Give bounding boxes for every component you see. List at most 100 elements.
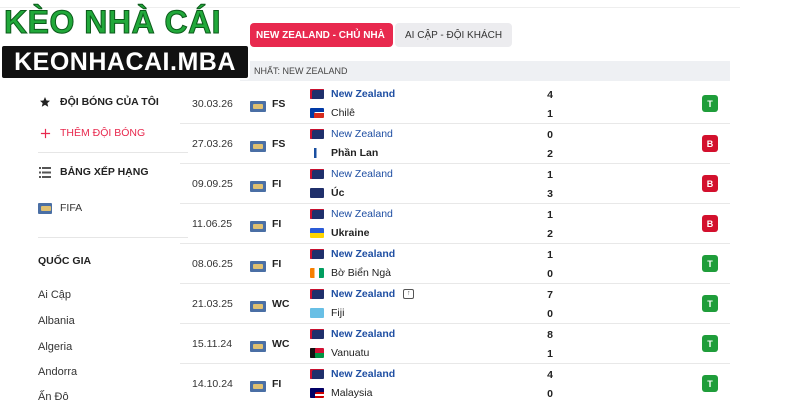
competition-flag-icon — [250, 179, 266, 197]
sidebar-item-my-teams[interactable]: ĐỘI BÓNG CỦA TÔI — [38, 96, 159, 108]
away-score: 2 — [547, 148, 553, 160]
country-link[interactable]: Albania — [38, 315, 75, 327]
team-name: Malaysia — [331, 387, 373, 399]
country-link[interactable]: Andorra — [38, 366, 77, 378]
team-name: Bờ Biển Ngà — [331, 267, 392, 279]
logo-top-text: KÈO NHÀ CÁI — [3, 4, 222, 41]
match-row[interactable]: 14.10.24 FI New Zealand Malaysia 4 0 T — [180, 364, 730, 400]
match-row[interactable]: 27.03.26 FS New Zealand Phần Lan 0 2 B — [180, 124, 730, 164]
home-score: 7 — [547, 289, 553, 301]
country-link[interactable]: Ấn Độ — [38, 391, 69, 400]
home-team: New Zealand — [310, 248, 395, 260]
team-name: New Zealand — [331, 328, 396, 340]
result-badge: T — [702, 375, 718, 392]
match-date: 08.06.25 — [192, 258, 233, 270]
home-score: 0 — [547, 129, 553, 141]
fiji-flag-icon — [310, 308, 324, 318]
tv-icon[interactable]: ↑ — [403, 289, 415, 299]
match-date: 15.11.24 — [192, 338, 233, 350]
competition-code: FS — [272, 98, 286, 110]
team-name: New Zealand — [331, 88, 396, 100]
team-name: New Zealand — [331, 208, 393, 220]
chile-flag-icon — [310, 108, 324, 118]
home-score: 4 — [547, 369, 553, 381]
sidebar-divider — [38, 237, 188, 238]
countries-heading: QUỐC GIA — [38, 255, 92, 267]
home-team: New Zealand — [310, 208, 393, 220]
away-team: Bờ Biển Ngà — [310, 267, 391, 279]
sidebar-item-label: THÊM ĐỘI BÓNG — [60, 127, 146, 139]
result-badge: T — [702, 295, 718, 312]
finland-flag-icon — [310, 148, 324, 158]
result-badge: B — [702, 215, 718, 232]
match-row[interactable]: 09.09.25 FI New Zealand Úc 1 3 B — [180, 164, 730, 204]
team-name: Phần Lan — [331, 147, 379, 159]
home-team: New Zealand — [310, 368, 395, 380]
home-filter-button[interactable]: NEW ZEALAND - CHỦ NHÀ — [250, 23, 393, 47]
home-team: New Zealand — [310, 128, 393, 140]
team-name: Fiji — [331, 307, 345, 319]
away-team: Vanuatu — [310, 347, 369, 359]
star-icon — [38, 96, 52, 108]
result-badge: T — [702, 95, 718, 112]
nz-flag-icon — [310, 249, 324, 259]
result-badge: T — [702, 335, 718, 352]
away-filter-button[interactable]: AI CẬP - ĐỘI KHÁCH — [395, 23, 513, 47]
result-badge: T — [702, 255, 718, 272]
ukraine-flag-icon — [310, 228, 324, 238]
home-team: New Zealand ↑ — [310, 288, 415, 300]
match-row[interactable]: 30.03.26 FS New Zealand Chilê 4 1 T — [180, 84, 730, 124]
sidebar-item-rankings[interactable]: BẢNG XẾP HẠNG — [38, 166, 149, 178]
nz-flag-icon — [310, 329, 324, 339]
section-header: NHẤT: NEW ZEALAND — [240, 61, 730, 81]
away-team: Malaysia — [310, 387, 372, 399]
competition-flag-icon — [250, 299, 266, 317]
sidebar-item-fifa[interactable]: FIFA — [38, 202, 82, 214]
away-team: Fiji — [310, 307, 344, 319]
home-score: 1 — [547, 249, 553, 261]
away-score: 2 — [547, 228, 553, 240]
away-team: Úc — [310, 187, 344, 199]
sidebar-divider — [38, 152, 188, 153]
section-title: NHẤT: NEW ZEALAND — [254, 66, 348, 76]
logo-title: KÈO NHÀ CÁI — [3, 4, 222, 41]
nz-flag-icon — [310, 209, 324, 219]
australia-flag-icon — [310, 188, 324, 198]
competition-flag-icon — [250, 379, 266, 397]
match-date: 30.03.26 — [192, 98, 233, 110]
country-link[interactable]: Algeria — [38, 341, 72, 353]
list-icon — [38, 166, 52, 178]
home-score: 1 — [547, 209, 553, 221]
competition-code: FI — [272, 378, 282, 390]
nz-flag-icon — [310, 89, 324, 99]
away-score: 3 — [547, 188, 553, 200]
sidebar-item-label: ĐỘI BÓNG CỦA TÔI — [60, 96, 159, 108]
match-row[interactable]: 15.11.24 WC New Zealand Vanuatu 8 1 T — [180, 324, 730, 364]
plus-icon — [38, 128, 52, 139]
away-team: Ukraine — [310, 227, 370, 239]
competition-flag-icon — [250, 139, 266, 157]
nz-flag-icon — [310, 129, 324, 139]
home-team: New Zealand — [310, 88, 395, 100]
competition-code: WC — [272, 338, 290, 350]
nz-flag-icon — [310, 369, 324, 379]
competition-code: FI — [272, 258, 282, 270]
match-date: 27.03.26 — [192, 138, 233, 150]
match-row[interactable]: 21.03.25 WC New Zealand ↑ Fiji 7 0 T — [180, 284, 730, 324]
away-score: 0 — [547, 388, 553, 400]
match-row[interactable]: 08.06.25 FI New Zealand Bờ Biển Ngà 1 0 … — [180, 244, 730, 284]
ivory-flag-icon — [310, 268, 324, 278]
competition-code: FS — [272, 138, 286, 150]
home-score: 1 — [547, 169, 553, 181]
sidebar-item-add-team[interactable]: THÊM ĐỘI BÓNG — [38, 127, 145, 139]
away-team: Phần Lan — [310, 147, 378, 159]
team-name: New Zealand — [331, 168, 393, 180]
competition-code: FI — [272, 178, 282, 190]
competition-flag-icon — [250, 219, 266, 237]
competition-flag-icon — [250, 259, 266, 277]
home-team: New Zealand — [310, 328, 395, 340]
country-link[interactable]: Ai Cập — [38, 289, 71, 301]
match-date: 14.10.24 — [192, 378, 233, 390]
vanuatu-flag-icon — [310, 348, 324, 358]
match-row[interactable]: 11.06.25 FI New Zealand Ukraine 1 2 B — [180, 204, 730, 244]
